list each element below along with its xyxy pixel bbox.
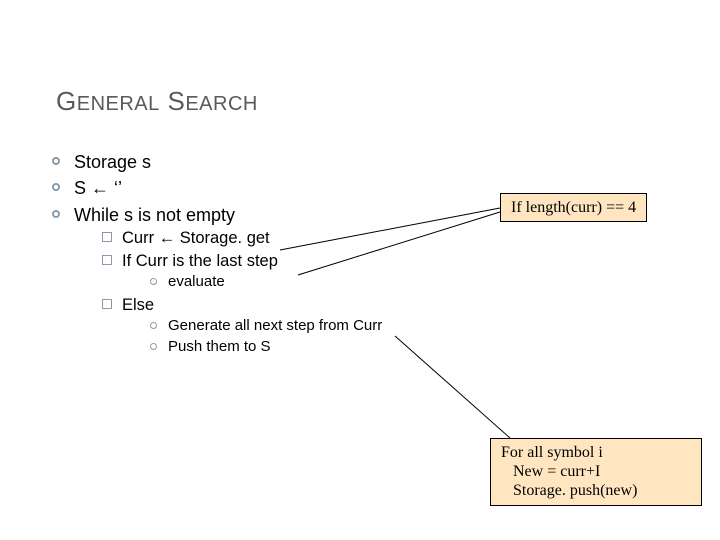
bullet-text: S ← ‘’ xyxy=(74,178,122,198)
bullet-text: While s is not empty xyxy=(74,205,235,225)
bullet-text: Storage s xyxy=(74,152,151,172)
slide-title: GENERAL SEARCH xyxy=(56,86,258,117)
bullet-item: Curr ← Storage. get xyxy=(102,227,382,249)
bullet-text: evaluate xyxy=(168,273,225,290)
callout-box: For all symbol i New = curr+I Storage. p… xyxy=(490,438,702,506)
bullet-text: If Curr is the last step xyxy=(122,252,278,270)
bullet-item: Else Generate all next step from Curr Pu… xyxy=(102,294,382,358)
bullet-item: evaluate xyxy=(150,272,382,292)
connector-line xyxy=(395,336,510,438)
slide: GENERAL SEARCH Storage s S ← ‘’ While s … xyxy=(0,0,720,540)
bullet-text: Push them to S xyxy=(168,338,271,355)
bullet-text: Generate all next step from Curr xyxy=(168,317,382,334)
slide-body: Storage s S ← ‘’ While s is not empty Cu… xyxy=(52,150,382,359)
bullet-item: Generate all next step from Curr xyxy=(150,316,382,336)
bullet-item: If Curr is the last step evaluate xyxy=(102,250,382,293)
bullet-item: Storage s xyxy=(52,150,382,174)
bullet-sublist: evaluate xyxy=(150,272,382,292)
bullet-sublist: Generate all next step from Curr Push th… xyxy=(150,316,382,358)
callout-text: For all symbol i New = curr+I Storage. p… xyxy=(501,444,637,499)
callout-box: If length(curr) == 4 xyxy=(500,193,647,222)
bullet-item: S ← ‘’ xyxy=(52,176,382,200)
bullet-list: Storage s S ← ‘’ While s is not empty Cu… xyxy=(52,150,382,357)
bullet-text: Else xyxy=(122,296,154,314)
bullet-text: Curr ← Storage. get xyxy=(122,229,270,247)
bullet-item: While s is not empty Curr ← Storage. get… xyxy=(52,203,382,358)
bullet-item: Push them to S xyxy=(150,337,382,357)
bullet-sublist: Curr ← Storage. get If Curr is the last … xyxy=(102,227,382,358)
callout-text: If length(curr) == 4 xyxy=(511,199,636,216)
